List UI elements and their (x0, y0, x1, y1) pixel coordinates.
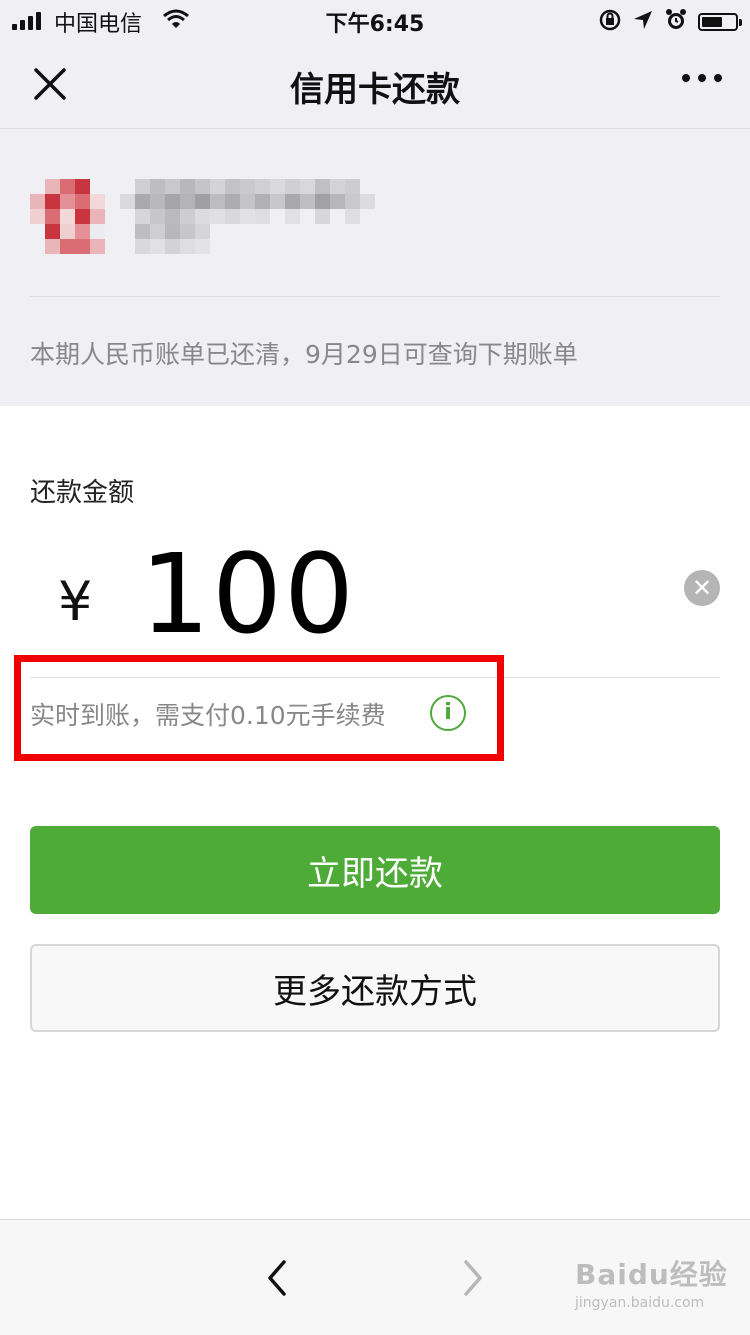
rotation-lock-icon (598, 8, 622, 36)
fee-notice: 实时到账，需支付0.10元手续费 (30, 701, 386, 730)
card-name-blurred (120, 179, 380, 269)
alarm-icon (664, 8, 688, 36)
amount-input[interactable]: 100 (140, 530, 356, 658)
clear-icon[interactable]: ✕ (684, 570, 720, 606)
divider (30, 296, 720, 297)
amount-label: 还款金额 (30, 478, 135, 508)
watermark-brand: Baidu经验 (575, 1258, 728, 1291)
location-icon (632, 9, 654, 35)
card-info-section: 本期人民币账单已还清，9月29日可查询下期账单 (0, 129, 750, 406)
baidu-watermark: Baidu经验 jingyan.baidu.com (575, 1253, 728, 1311)
repay-now-button[interactable]: 立即还款 (30, 826, 720, 914)
bill-status-text: 本期人民币账单已还清，9月29日可查询下期账单 (30, 340, 578, 369)
info-icon[interactable]: i (430, 695, 466, 731)
bank-logo (30, 179, 120, 259)
back-arrow-icon[interactable] (262, 1258, 292, 1302)
currency-symbol: ¥ (58, 570, 93, 633)
watermark-url: jingyan.baidu.com (575, 1295, 705, 1311)
page-title: 信用卡还款 (290, 70, 460, 110)
battery-icon (698, 13, 742, 31)
forward-arrow-icon[interactable] (458, 1258, 488, 1302)
nav-bar: 信用卡还款 (0, 40, 750, 129)
more-repay-methods-button[interactable]: 更多还款方式 (30, 944, 720, 1032)
more-options-icon[interactable] (682, 74, 722, 82)
status-bar: 中国电信 下午6:45 (0, 0, 750, 40)
